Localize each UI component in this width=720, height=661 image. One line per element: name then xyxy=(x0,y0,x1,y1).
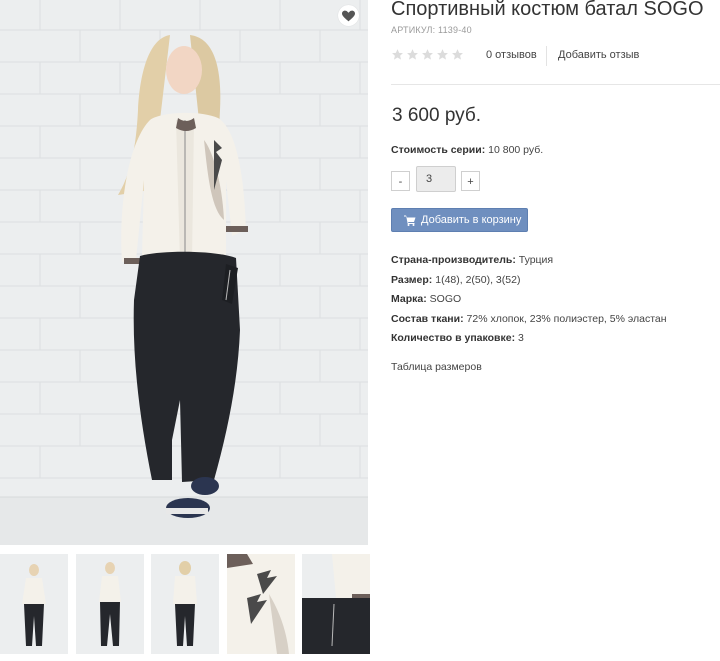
property-row: Марка: SOGO xyxy=(391,292,667,312)
property-label: Количество в упаковке: xyxy=(391,332,516,345)
property-value: 1(48), 2(50), 3(52) xyxy=(435,273,521,286)
product-sku: АРТИКУЛ: 1139-40 xyxy=(391,25,472,35)
thumbnail-strip xyxy=(0,554,370,654)
thumbnail-3[interactable] xyxy=(151,554,219,654)
property-label: Состав ткани: xyxy=(391,312,464,325)
property-label: Марка: xyxy=(391,293,427,306)
property-row: Размер: 1(48), 2(50), 3(52) xyxy=(391,273,667,293)
wishlist-button[interactable] xyxy=(338,5,359,26)
main-product-image[interactable] xyxy=(0,0,368,545)
property-row: Количество в упаковке: 3 xyxy=(391,331,667,351)
add-to-cart-label: Добавить в корзину xyxy=(421,214,522,226)
property-value: 72% хлопок, 23% полиэстер, 5% эластан xyxy=(466,312,667,325)
property-label: Страна-производитель: xyxy=(391,254,516,266)
reviews-divider xyxy=(546,46,547,66)
series-price-value: 10 800 руб. xyxy=(488,144,544,156)
thumbnail-5[interactable] xyxy=(302,554,370,654)
thumbnail-2[interactable] xyxy=(76,554,144,654)
product-photo xyxy=(0,0,368,545)
thumbnail-1[interactable] xyxy=(0,554,68,654)
thumbnail-4[interactable] xyxy=(227,554,295,654)
star-icon xyxy=(391,48,404,61)
series-price-label: Стоимость серии: xyxy=(391,144,486,156)
qty-increase-button[interactable]: + xyxy=(461,171,480,191)
reviews-count-link[interactable]: 0 отзывов xyxy=(486,49,537,61)
quantity-input[interactable] xyxy=(416,166,456,192)
add-to-cart-button[interactable]: Добавить в корзину xyxy=(391,208,528,232)
property-value: Турция xyxy=(518,254,554,266)
star-icon xyxy=(421,48,434,61)
cart-icon xyxy=(404,215,416,226)
star-icon xyxy=(406,48,419,61)
heart-icon xyxy=(342,10,355,22)
qty-decrease-button[interactable]: - xyxy=(391,171,410,191)
add-review-link[interactable]: Добавить отзыв xyxy=(558,49,639,61)
product-price: 3 600 руб. xyxy=(392,105,482,126)
star-icon xyxy=(436,48,449,61)
header-divider xyxy=(391,84,720,85)
product-properties: Страна-производитель: Турция Размер: 1(4… xyxy=(391,253,667,351)
product-title: Спортивный костюм батал SOGO xyxy=(391,0,704,20)
star-icon xyxy=(451,48,464,61)
property-value: 3 xyxy=(518,332,524,345)
property-value: SOGO xyxy=(429,293,462,306)
property-row: Страна-производитель: Турция xyxy=(391,253,667,273)
series-price: Стоимость серии: 10 800 руб. xyxy=(391,144,543,156)
rating-stars[interactable] xyxy=(391,48,464,61)
size-table-link[interactable]: Таблица размеров xyxy=(391,361,482,373)
property-label: Размер: xyxy=(391,273,433,286)
property-row: Состав ткани: 72% хлопок, 23% полиэстер,… xyxy=(391,312,667,332)
